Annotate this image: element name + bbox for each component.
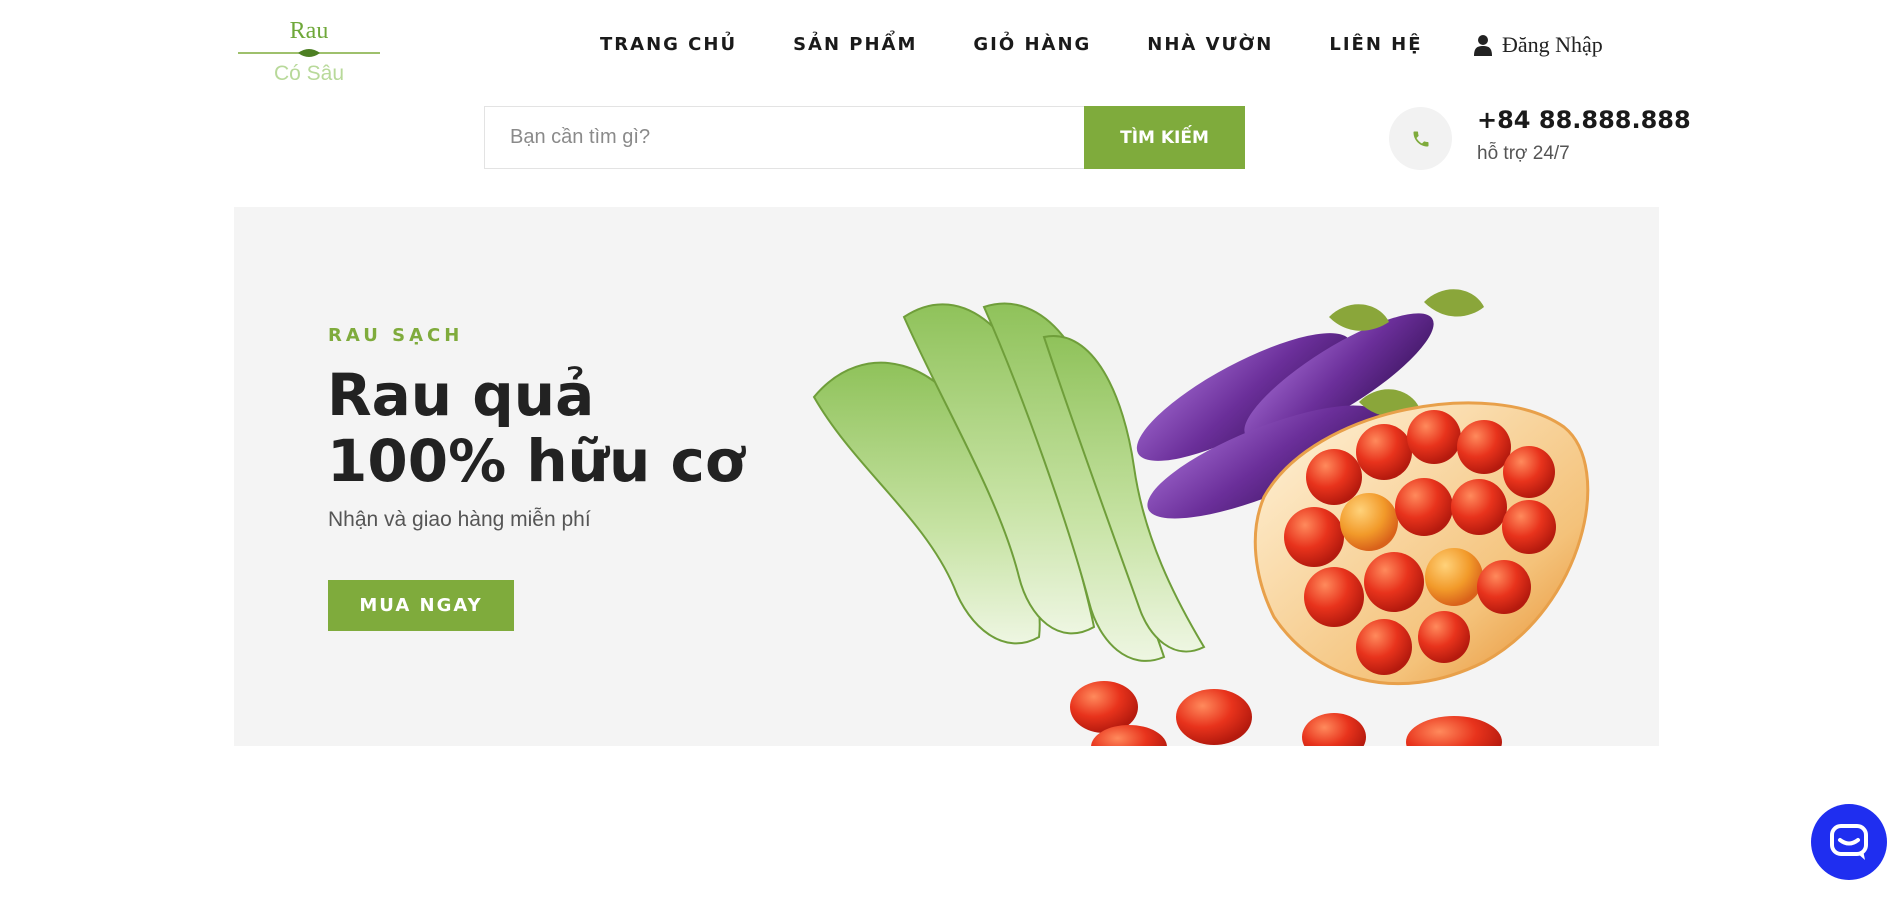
logo-top-text: Rau <box>290 18 329 44</box>
phone-icon-circle <box>1389 107 1452 170</box>
vegetables-illustration <box>812 289 1590 746</box>
nav-item-gardens[interactable]: NHÀ VƯỜN <box>1147 34 1273 55</box>
phone-icon <box>1413 131 1428 146</box>
site-logo[interactable]: Rau Có Sâu <box>236 14 382 90</box>
phone-number[interactable]: +84 88.888.888 <box>1477 106 1691 134</box>
loose-tomatoes <box>1070 681 1502 746</box>
user-icon <box>1474 35 1492 56</box>
buy-now-button[interactable]: MUA NGAY <box>328 580 514 631</box>
logo-bottom-text: Có Sâu <box>274 62 344 85</box>
hero-title: Rau quả 100% hữu cơ <box>327 362 745 494</box>
hero-title-line2: 100% hữu cơ <box>327 427 745 495</box>
login-link[interactable]: Đăng Nhập <box>1474 32 1603 58</box>
chat-widget-button[interactable] <box>1811 804 1887 880</box>
hero-banner: RAU SẠCH Rau quả 100% hữu cơ Nhận và gia… <box>234 207 1659 746</box>
support-hours: hỗ trợ 24/7 <box>1477 143 1570 164</box>
nav-item-products[interactable]: SẢN PHẨM <box>793 34 917 55</box>
search-button[interactable]: TÌM KIẾM <box>1084 106 1245 169</box>
hero-title-line1: Rau quả <box>327 361 595 429</box>
nav-item-home[interactable]: TRANG CHỦ <box>600 34 737 55</box>
search-input[interactable] <box>484 106 1084 169</box>
search-form: TÌM KIẾM <box>484 106 1245 169</box>
leaf-divider-icon <box>238 49 380 57</box>
login-label: Đăng Nhập <box>1502 32 1603 57</box>
bok-choy <box>812 302 1206 662</box>
nav-item-cart[interactable]: GIỎ HÀNG <box>973 34 1091 55</box>
nav-item-contact[interactable]: LIÊN HỆ <box>1329 34 1422 55</box>
hero-subtitle: Nhận và giao hàng miễn phí <box>328 508 591 531</box>
chat-bubble-icon <box>1830 824 1868 860</box>
main-nav: TRANG CHỦ SẢN PHẨM GIỎ HÀNG NHÀ VƯỜN LIÊ… <box>600 34 1423 55</box>
hero-eyebrow: RAU SẠCH <box>328 325 464 346</box>
